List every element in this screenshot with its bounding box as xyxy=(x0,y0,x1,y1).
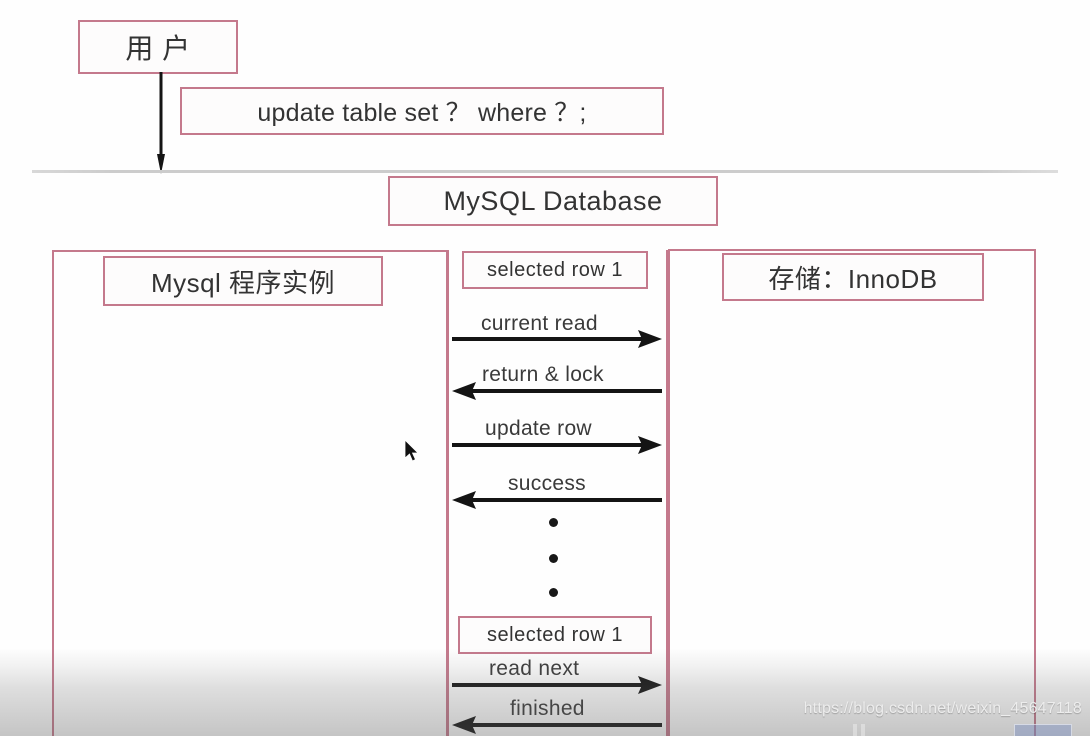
arrow-finished xyxy=(452,716,662,734)
diagram-canvas: 用 户 update table set ？ where ？; MySQL Da… xyxy=(0,0,1090,736)
lifeline-left xyxy=(447,250,449,736)
mysql-database-box: MySQL Database xyxy=(388,176,718,226)
ellipsis-dot-3 xyxy=(549,588,558,597)
storage-engine-panel xyxy=(668,249,1036,736)
mysql-instance-panel xyxy=(52,250,448,736)
play-pause-icon[interactable] xyxy=(850,722,868,736)
lifeline-right xyxy=(666,250,668,736)
database-boundary-divider xyxy=(32,170,1058,173)
selected-row-message-top: selected row 1 xyxy=(462,251,648,289)
innodb-storage-label-box: 存储：InnoDB xyxy=(722,253,984,301)
blog-watermark: https://blog.csdn.net/weixin_45647118 xyxy=(803,700,1082,717)
arrow-success xyxy=(452,491,662,509)
arrow-update-row xyxy=(452,436,662,454)
arrow-return-lock xyxy=(452,382,662,400)
selected-row-message-bottom: selected row 1 xyxy=(458,616,652,654)
arrow-read-next xyxy=(452,676,662,694)
mysql-instance-label-box: Mysql 程序实例 xyxy=(103,256,383,306)
user-actor-box: 用 户 xyxy=(78,20,238,74)
sql-statement-box: update table set ？ where ？; xyxy=(180,87,664,135)
ellipsis-dot-2 xyxy=(549,554,558,563)
ellipsis-dot-1 xyxy=(549,518,558,527)
quality-badge[interactable] xyxy=(1014,724,1072,736)
user-to-database-arrow xyxy=(157,72,165,174)
arrow-current-read xyxy=(452,330,662,348)
